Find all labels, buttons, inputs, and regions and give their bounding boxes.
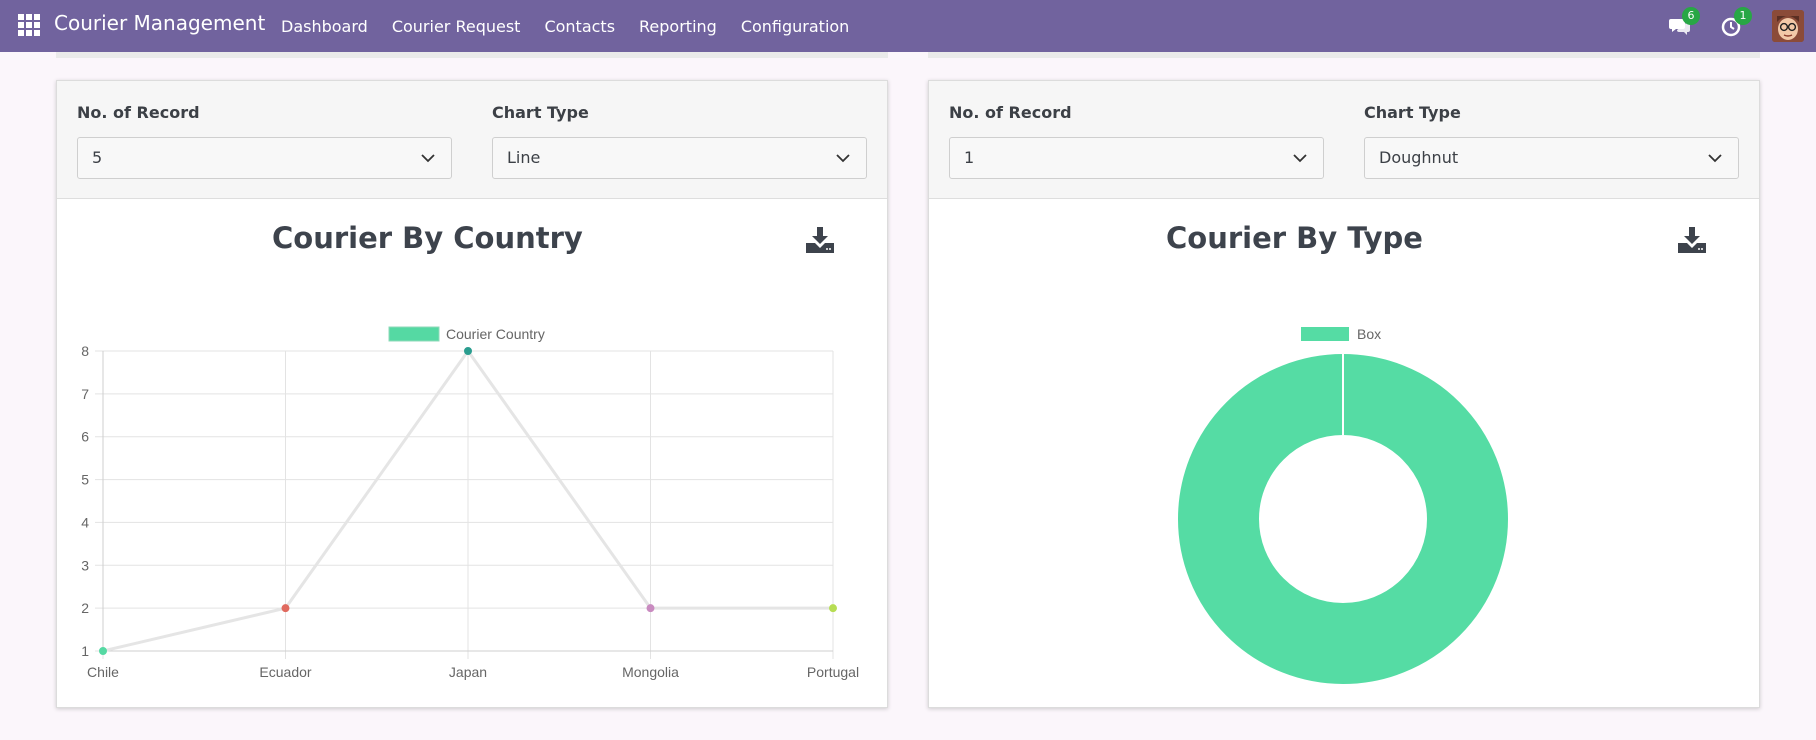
main-menu: Dashboard Courier Request Contacts Repor…: [269, 0, 861, 52]
x-tick-label: Portugal: [807, 664, 859, 680]
y-tick-label: 4: [81, 514, 89, 530]
menu-item-reporting[interactable]: Reporting: [627, 17, 729, 36]
doughnut-chart: Box: [1178, 326, 1508, 684]
y-tick-label: 8: [81, 343, 89, 359]
y-tick-label: 2: [81, 600, 89, 616]
data-point[interactable]: [99, 647, 107, 655]
courier-by-type-card: No. of Record 1 Chart Type Doughnut Cour…: [928, 80, 1760, 708]
data-point[interactable]: [281, 604, 290, 613]
y-tick-label: 1: [81, 643, 89, 659]
avatar-icon: [1772, 10, 1804, 42]
y-tick-label: 6: [81, 429, 89, 445]
top-navbar: Courier Management Dashboard Courier Req…: [0, 0, 1816, 52]
menu-item-dashboard[interactable]: Dashboard: [269, 17, 380, 36]
apps-menu-icon[interactable]: [18, 14, 40, 36]
legend-label[interactable]: Courier Country: [446, 326, 545, 342]
y-tick-label: 7: [81, 386, 89, 402]
activities-button[interactable]: 1: [1720, 7, 1752, 38]
y-tick-label: 3: [81, 557, 89, 573]
legend-swatch: [1301, 327, 1349, 341]
user-avatar[interactable]: [1772, 10, 1804, 42]
data-point[interactable]: [829, 604, 837, 613]
data-point[interactable]: [464, 347, 472, 355]
x-tick-label: Mongolia: [622, 664, 679, 680]
x-tick-label: Japan: [449, 664, 487, 680]
legend-swatch: [388, 326, 440, 342]
menu-item-contacts[interactable]: Contacts: [532, 17, 627, 36]
x-tick-label: Chile: [87, 664, 119, 680]
menu-item-configuration[interactable]: Configuration: [729, 17, 862, 36]
courier-by-country-card: No. of Record 5 Chart Type Line Courier …: [56, 80, 888, 708]
messages-button[interactable]: 6: [1668, 7, 1700, 38]
app-title[interactable]: Courier Management: [54, 11, 265, 35]
activities-badge: 1: [1734, 7, 1752, 25]
menu-item-courier-request[interactable]: Courier Request: [380, 17, 533, 36]
systray: 6 1: [1668, 0, 1816, 52]
legend-label[interactable]: Box: [1357, 326, 1381, 342]
background-strip: [56, 52, 888, 58]
background-strip: [928, 52, 1760, 58]
data-point[interactable]: [646, 604, 655, 613]
x-tick-label: Ecuador: [259, 664, 311, 680]
line-chart: Courier Country 1 2 3 4 5 6 7 8 Chile Ecuador Japan…: [81, 326, 859, 680]
messages-badge: 6: [1682, 7, 1700, 25]
y-tick-label: 5: [81, 472, 89, 488]
